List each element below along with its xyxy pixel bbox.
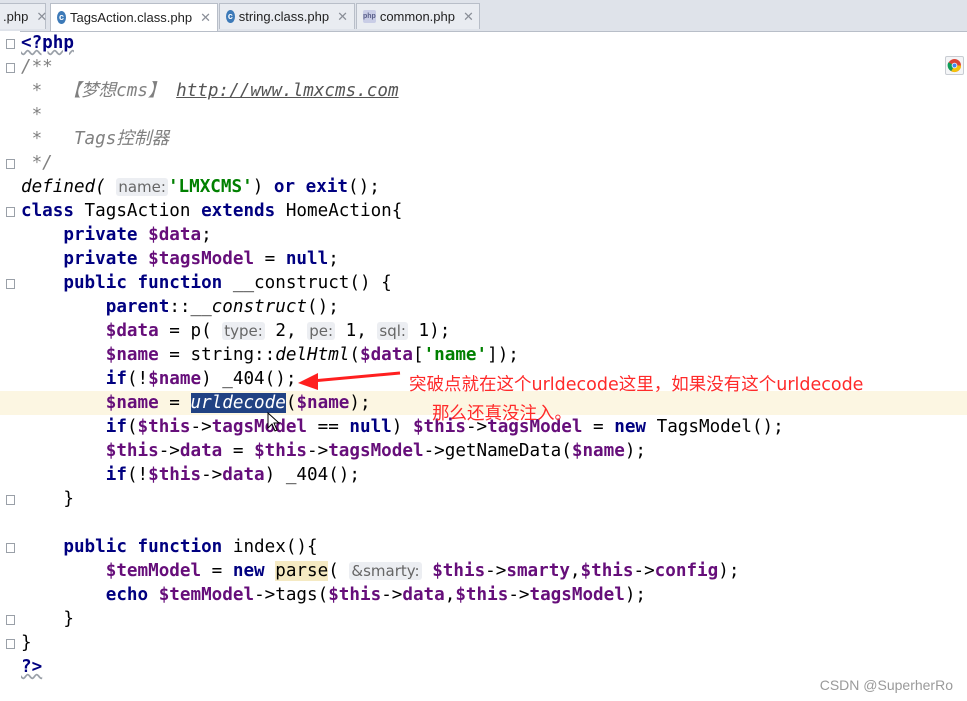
annotation-text: 那么还真没注入。: [432, 404, 572, 424]
annotation-arrow: [267, 371, 401, 432]
annotation-text: 突破点就在这个urldecode这里，如果没有这个urldecode: [409, 375, 864, 395]
watermark: CSDN @SuperherRo: [819, 677, 953, 693]
